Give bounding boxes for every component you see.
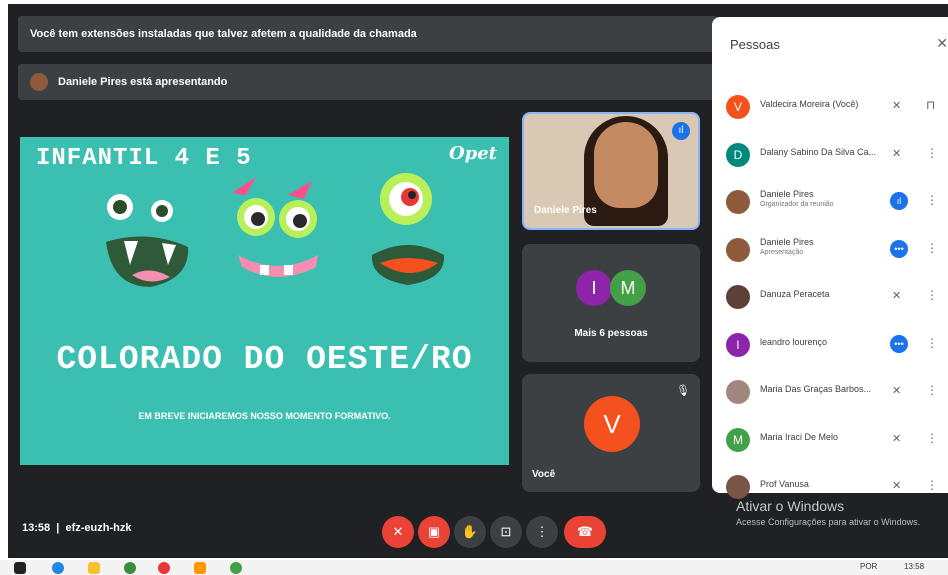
present-button[interactable]: ⊡	[490, 516, 522, 548]
speaking-icon: ıl	[672, 122, 690, 140]
language-indicator[interactable]: POR	[860, 562, 877, 571]
more-vert-icon[interactable]: ⋮	[926, 336, 938, 350]
windows-taskbar: POR 13:58	[0, 560, 948, 575]
participant-face	[594, 122, 658, 208]
more-options-button[interactable]: ⋮	[526, 516, 558, 548]
more-vert-icon[interactable]: ⋮	[926, 193, 938, 207]
presenting-text: Daniele Pires está apresentando	[58, 76, 228, 88]
avatar: I	[576, 270, 612, 306]
participant-row[interactable]: M Maria Iraci De Melo ✕ ⋮	[712, 418, 948, 462]
slide-subtitle: EM BREVE INICIAREMOS NOSSO MOMENTO FORMA…	[138, 411, 391, 421]
more-vert-icon[interactable]: ⋮	[926, 383, 938, 397]
self-tile[interactable]: 🎙 V Você	[522, 374, 700, 492]
participant-tile-daniele[interactable]: ıl Daniele Pires	[522, 112, 700, 230]
participant-avatar: l	[726, 332, 750, 357]
participant-avatar	[726, 190, 750, 214]
more-vert-icon: ⋮	[535, 524, 549, 539]
audio-dots-icon: •••	[890, 334, 908, 353]
app-icon[interactable]	[194, 562, 206, 574]
extensions-warning-banner: Você tem extensões instaladas que talvez…	[18, 16, 718, 52]
participant-name: Daniele Pires	[534, 205, 597, 216]
more-people-tile[interactable]: I M Mais 6 pessoas	[522, 244, 700, 362]
participant-row[interactable]: Maria Das Graças Barbos... ✕ ⋮	[712, 370, 948, 414]
participant-row[interactable]: Daniele Pires Organizador da reunião ıl ⋮	[712, 180, 948, 224]
participant-name: Prof Vanusa	[760, 479, 809, 489]
mic-off-icon: ✕	[892, 147, 902, 160]
phone-icon: ☎	[576, 524, 594, 539]
presenter-avatar	[30, 73, 48, 91]
self-label: Você	[532, 469, 556, 480]
meeting-time: 13:58	[22, 522, 51, 534]
mic-toggle-button[interactable]: ✕	[382, 516, 414, 548]
participant-role: Apresentação	[760, 248, 804, 256]
participant-avatar: D	[726, 142, 750, 167]
app-icon[interactable]	[230, 562, 242, 574]
activate-windows-subtitle: Acesse Configurações para ativar o Windo…	[736, 517, 921, 527]
participant-name: Valdecira Moreira (Você)	[760, 99, 859, 109]
slide-title: COLORADO DO OESTE/RO	[56, 341, 473, 378]
folder-icon[interactable]	[88, 562, 100, 574]
participant-avatar	[726, 237, 750, 262]
more-vert-icon[interactable]: ⋮	[926, 478, 938, 492]
meeting-info: 13:58 | efz-euzh-hzk	[22, 522, 131, 534]
participant-avatar	[726, 475, 750, 499]
participant-row[interactable]: Prof Vanusa ✕ ⋮	[712, 465, 948, 509]
more-vert-icon[interactable]: ⋮	[926, 241, 938, 255]
extensions-warning-text: Você tem extensões instaladas que talvez…	[30, 28, 417, 40]
speaking-icon: ıl	[890, 192, 908, 210]
mic-off-icon: 🎙	[676, 385, 690, 397]
mic-off-icon: ✕	[392, 524, 404, 539]
participant-avatar: M	[726, 427, 750, 452]
close-icon[interactable]: ✕	[936, 35, 948, 52]
more-vert-icon[interactable]: ⋮	[926, 431, 938, 445]
people-panel: Pessoas ✕ V Valdecira Moreira (Você) ✕ ⊓ D Da…	[712, 17, 948, 499]
hand-icon: ✋	[461, 524, 479, 539]
participant-name: Danuza Peraceta	[760, 289, 830, 299]
participant-name: leandro lourenço	[760, 336, 828, 347]
more-vert-icon[interactable]: ⋮	[926, 146, 938, 160]
taskbar-clock[interactable]: 13:58	[904, 562, 924, 571]
self-avatar: V	[584, 396, 640, 452]
presenting-banner: Daniele Pires está apresentando	[18, 64, 718, 100]
audio-dots-icon: •••	[890, 239, 908, 258]
divider: |	[53, 522, 66, 534]
participant-row[interactable]: V Valdecira Moreira (Você) ✕ ⊓	[712, 85, 948, 129]
mic-off-icon: ✕	[892, 432, 902, 445]
participant-avatar	[726, 285, 750, 309]
avatar: M	[610, 270, 646, 306]
pin-icon[interactable]: ⊓	[926, 98, 935, 112]
presentation-slide: INFANTIL 4 E 5 Opet COLORADO DO OESTE/RO…	[20, 137, 509, 465]
more-vert-icon[interactable]: ⋮	[926, 288, 938, 302]
participant-name: Maria Iraci De Melo	[760, 431, 839, 442]
participant-row[interactable]: Danuza Peraceta ✕ ⋮	[712, 275, 948, 319]
participant-role: Organizador da reunião	[760, 201, 834, 208]
mic-off-icon: ✕	[892, 385, 902, 397]
participant-name: Maria Das Graças Barbos...	[760, 384, 872, 394]
raise-hand-button[interactable]: ✋	[454, 516, 486, 548]
mic-off-icon: ✕	[892, 100, 902, 112]
present-icon: ⊡	[500, 524, 512, 539]
camera-off-icon: ▣	[427, 524, 441, 539]
mic-off-icon: ✕	[892, 480, 902, 492]
participant-name: Dalany Sabino Da Silva Ca...	[760, 146, 877, 157]
meeting-code: efz-euzh-hzk	[65, 522, 132, 534]
participant-name: Daniele Pires	[760, 236, 814, 247]
participant-avatar: V	[726, 95, 750, 119]
participant-name: Daniele Pires	[760, 189, 814, 199]
windows-start-icon[interactable]	[14, 562, 26, 574]
people-panel-title: Pessoas	[730, 37, 780, 52]
more-people-label: Mais 6 pessoas	[574, 328, 648, 339]
participant-avatar	[726, 380, 750, 404]
participant-row[interactable]: Daniele Pires Apresentação ••• ⋮	[712, 228, 948, 272]
camera-toggle-button[interactable]: ▣	[418, 516, 450, 548]
participant-row[interactable]: D Dalany Sabino Da Silva Ca... ✕ ⋮	[712, 133, 948, 177]
browser-icon[interactable]	[52, 562, 64, 574]
participant-row[interactable]: l leandro lourenço ••• ⋮	[712, 323, 948, 367]
chrome-icon[interactable]	[158, 562, 170, 574]
app-icon[interactable]	[124, 562, 136, 574]
hang-up-button[interactable]: ☎	[564, 516, 606, 548]
mic-off-icon: ✕	[892, 290, 902, 302]
